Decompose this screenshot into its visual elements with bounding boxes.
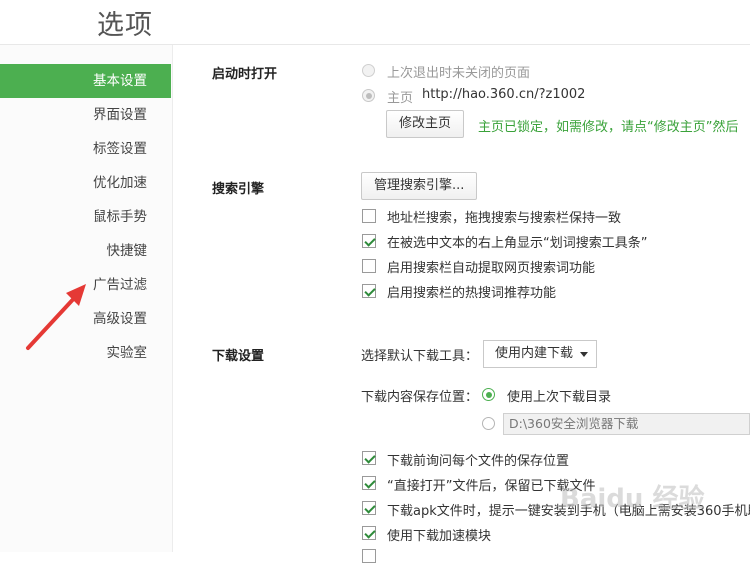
download-option-checkbox-5[interactable] xyxy=(362,549,376,563)
startup-homepage-radio[interactable] xyxy=(362,89,375,102)
download-path-field[interactable]: D:\360安全浏览器下载 xyxy=(503,413,750,435)
search-option-label-4: 启用搜索栏的热搜词推荐功能 xyxy=(387,286,557,301)
search-option-label-3: 启用搜索栏自动提取网页搜索词功能 xyxy=(387,261,596,276)
search-option-checkbox-3[interactable] xyxy=(362,259,376,273)
download-section-title: 下载设置 xyxy=(212,349,265,364)
sidebar-item-basic-settings[interactable]: 基本设置 xyxy=(0,64,171,98)
page-title: 选项 xyxy=(97,10,153,41)
startup-last-session-radio[interactable] xyxy=(362,64,375,77)
download-option-label-2: “直接打开”文件后，保留已下载文件 xyxy=(387,479,596,494)
sidebar-item-interface-settings[interactable]: 界面设置 xyxy=(0,98,171,132)
sidebar-item-mouse-gestures[interactable]: 鼠标手势 xyxy=(0,200,171,234)
search-option-checkbox-1[interactable] xyxy=(362,209,376,223)
download-option-checkbox-3[interactable] xyxy=(362,501,376,515)
search-option-label-2: 在被选中文本的右上角显示“划词搜索工具条” xyxy=(387,236,648,251)
download-tool-select[interactable]: 使用内建下载 xyxy=(483,340,597,368)
search-option-checkbox-4[interactable] xyxy=(362,284,376,298)
window-header: 选项 xyxy=(0,0,750,45)
download-tool-label: 选择默认下载工具： xyxy=(361,349,479,364)
download-save-location-label: 下载内容保存位置： xyxy=(361,390,479,405)
search-option-checkbox-2[interactable] xyxy=(362,234,376,248)
homepage-url: http://hao.360.cn/?z1002 xyxy=(422,87,586,102)
save-last-dir-label: 使用上次下载目录 xyxy=(507,390,612,405)
manage-search-engines-button[interactable]: 管理搜索引擎... xyxy=(361,172,477,200)
sidebar-item-shortcuts[interactable]: 快捷键 xyxy=(0,234,171,268)
startup-section-title: 启动时打开 xyxy=(212,67,278,82)
download-option-checkbox-2[interactable] xyxy=(362,476,376,490)
startup-last-session-label: 上次退出时未关闭的页面 xyxy=(387,66,531,81)
download-tool-value: 使用内建下载 xyxy=(495,346,574,361)
download-option-checkbox-1[interactable] xyxy=(362,451,376,465)
sidebar-item-tab-settings[interactable]: 标签设置 xyxy=(0,132,171,166)
download-option-label-4: 使用下载加速模块 xyxy=(387,529,492,544)
sidebar-item-optimization[interactable]: 优化加速 xyxy=(0,166,171,200)
save-last-dir-radio[interactable] xyxy=(482,388,495,401)
save-custom-dir-radio[interactable] xyxy=(482,417,495,430)
download-option-label-3: 下载apk文件时，提示一键安装到手机（电脑上需安装360手机助 xyxy=(387,504,750,519)
search-section-title: 搜索引擎 xyxy=(212,182,265,197)
modify-homepage-button[interactable]: 修改主页 xyxy=(386,110,464,138)
startup-homepage-label: 主页 xyxy=(387,91,414,106)
download-option-checkbox-4[interactable] xyxy=(362,526,376,540)
search-option-label-1: 地址栏搜索，拖拽搜索与搜索栏保持一致 xyxy=(387,211,622,226)
download-option-label-1: 下载前询问每个文件的保存位置 xyxy=(387,454,570,469)
chevron-down-icon xyxy=(580,352,588,357)
homepage-lock-notice: 主页已锁定，如需修改，请点“修改主页”然后 xyxy=(478,120,739,135)
annotation-arrow-icon xyxy=(26,284,86,350)
